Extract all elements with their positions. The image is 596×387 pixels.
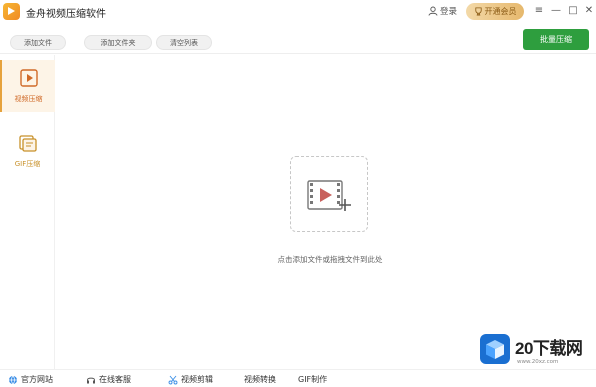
gif-make-link[interactable]: GIF制作 bbox=[298, 374, 327, 385]
headset-icon bbox=[87, 377, 95, 383]
watermark-brand: 20下载网 bbox=[515, 338, 583, 358]
minimize-icon[interactable]: — bbox=[549, 4, 563, 18]
sidebar-item-label: 视频压缩 bbox=[14, 95, 43, 103]
box-logo-icon bbox=[480, 334, 510, 364]
globe-icon bbox=[9, 375, 17, 384]
add-video-icon bbox=[307, 180, 351, 211]
add-file-button[interactable]: 添加文件 bbox=[10, 35, 66, 50]
login-button[interactable]: 登录 bbox=[428, 5, 457, 17]
vip-button[interactable]: 开通会员 bbox=[466, 3, 524, 20]
video-convert-link[interactable]: 视频转换 bbox=[244, 374, 276, 385]
close-icon[interactable]: ✕ bbox=[582, 4, 596, 18]
gif-icon bbox=[18, 135, 37, 152]
user-icon bbox=[428, 6, 438, 16]
title-bar: 金舟视频压缩软件 登录 开通会员 ≡ — □ ✕ bbox=[0, 0, 596, 24]
watermark-logo: 20下载网 www.20xz.com bbox=[479, 331, 591, 367]
maximize-icon[interactable]: □ bbox=[566, 4, 580, 18]
scissors-icon bbox=[168, 375, 178, 384]
footer-bar: 官方网站 在线客服 视频剪辑 视频转换 GIF制作 bbox=[0, 369, 596, 387]
vip-label: 开通会员 bbox=[484, 7, 517, 16]
drop-hint-text: 点击添加文件或拖拽文件到此处 bbox=[277, 255, 383, 264]
app-logo-icon bbox=[3, 3, 20, 20]
footer-item-label: 视频剪辑 bbox=[181, 375, 213, 384]
sidebar-item-gif-compress[interactable]: GIF压缩 bbox=[0, 125, 55, 177]
footer-item-label: 在线客服 bbox=[99, 375, 131, 384]
add-file-dropzone[interactable] bbox=[290, 156, 368, 232]
login-label: 登录 bbox=[440, 7, 458, 17]
menu-icon[interactable]: ≡ bbox=[532, 4, 546, 18]
online-service-link[interactable]: 在线客服 bbox=[86, 374, 131, 385]
video-edit-link[interactable]: 视频剪辑 bbox=[168, 374, 213, 385]
footer-item-label: 视频转换 bbox=[244, 375, 276, 384]
app-title: 金舟视频压缩软件 bbox=[26, 9, 106, 20]
batch-compress-button[interactable]: 批量压缩 bbox=[523, 29, 589, 50]
toolbar: 添加文件 添加文件夹 清空列表 批量压缩 bbox=[0, 26, 596, 54]
footer-item-label: 官方网站 bbox=[21, 375, 53, 384]
add-folder-button[interactable]: 添加文件夹 bbox=[84, 35, 152, 50]
sidebar-item-label: GIF压缩 bbox=[14, 160, 41, 168]
video-play-icon bbox=[19, 69, 38, 87]
trophy-icon bbox=[474, 7, 482, 16]
watermark-url: www.20xz.com bbox=[517, 358, 559, 365]
watermark-text: 20下载网 www.20xz.com bbox=[515, 334, 583, 365]
sidebar: 视频压缩 GIF压缩 bbox=[0, 55, 55, 370]
official-site-link[interactable]: 官方网站 bbox=[8, 374, 53, 385]
footer-item-label: GIF制作 bbox=[298, 375, 328, 384]
clear-list-button[interactable]: 清空列表 bbox=[156, 35, 212, 50]
sidebar-item-video-compress[interactable]: 视频压缩 bbox=[0, 60, 55, 112]
